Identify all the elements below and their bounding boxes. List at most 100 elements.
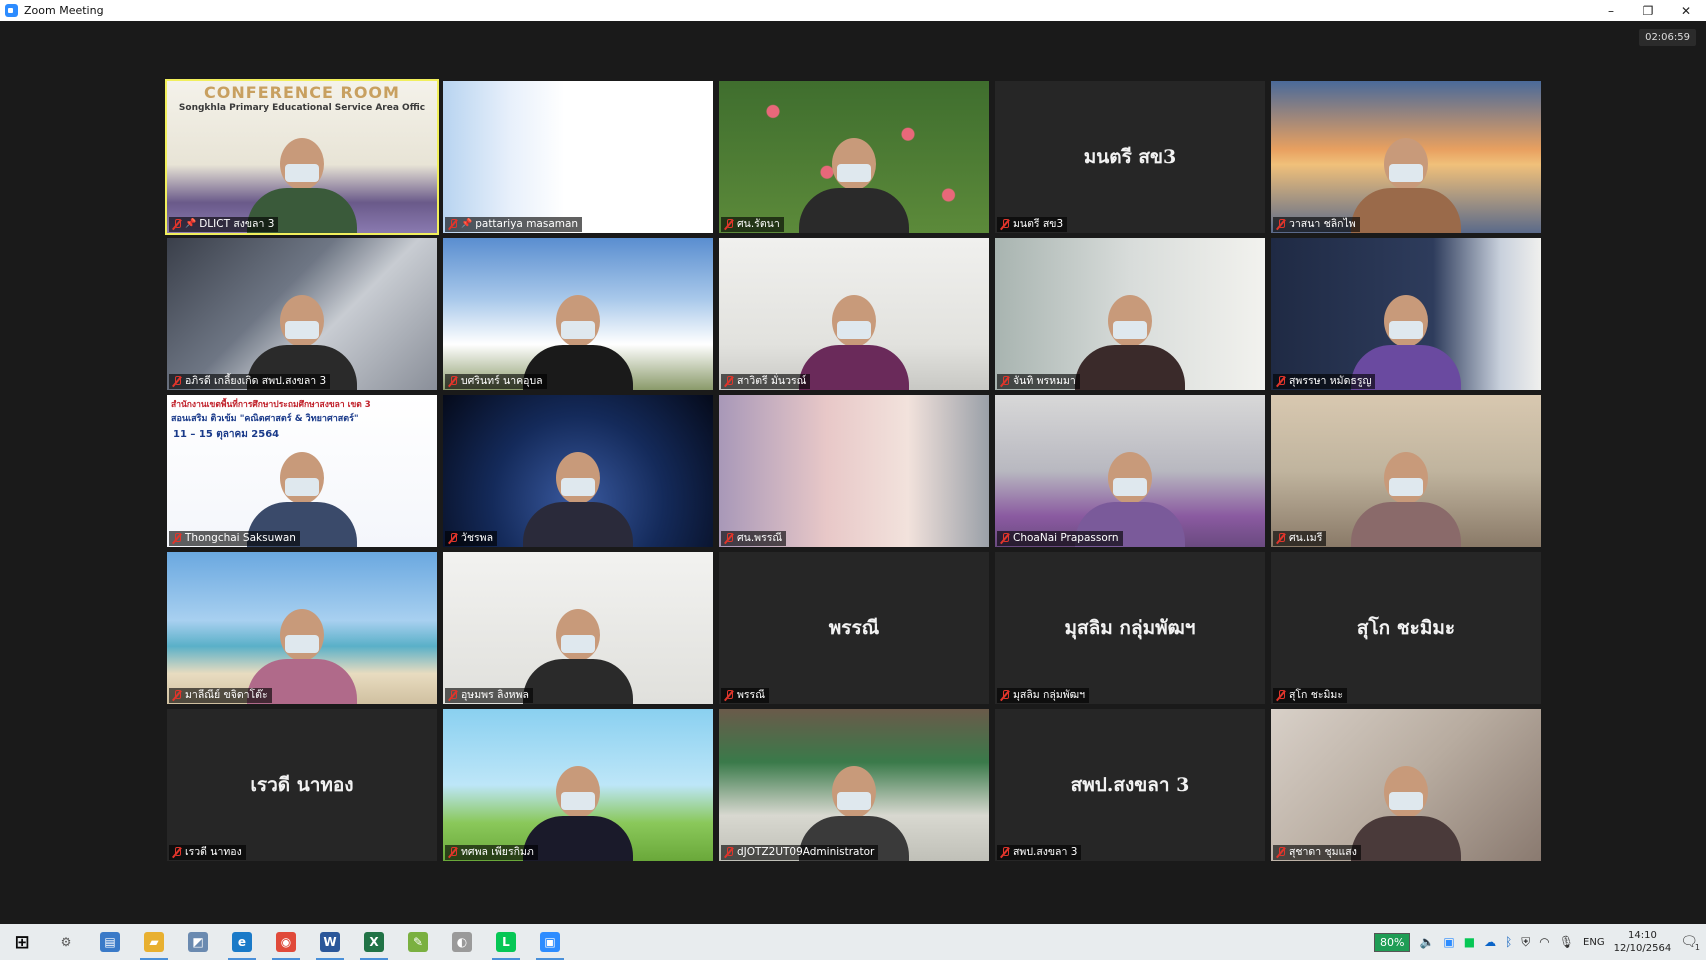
participant-tile[interactable]: มาลีณีย์ ขจิดาโต๊ะ: [167, 552, 437, 704]
participant-figure: [523, 766, 633, 861]
participant-tile[interactable]: มุสลิม กลุ่มพัฒฯ มุสลิม กลุ่มพัฒฯ: [995, 552, 1265, 704]
zoom-tray-icon[interactable]: ▣: [1443, 935, 1454, 949]
participant-tile[interactable]: สำนักงานเขตพื้นที่การศึกษาประถมศึกษาสงขล…: [167, 395, 437, 547]
onedrive-icon[interactable]: ☁: [1484, 935, 1496, 949]
participant-display-name: มุสลิม กลุ่มพัฒฯ: [1064, 617, 1196, 639]
mic-muted-icon: [724, 219, 734, 230]
participant-video: [443, 81, 713, 233]
language-indicator[interactable]: ENG: [1583, 937, 1605, 948]
system-tray: 80% 🔈 ▣ ■ ☁ ᛒ ⛨ ◠ 🎙 ENG 14:10 12/10/2564…: [1373, 924, 1706, 960]
settings-icon[interactable]: ⚙: [44, 924, 88, 960]
participant-nametag: dJOTZ2UT09Administrator: [721, 845, 879, 860]
file-explorer-icon-glyph: ▰: [144, 932, 164, 952]
participant-name: ทศพล เพียรกิมภ: [461, 846, 534, 858]
participant-tile[interactable]: อภิรดี เกลี้ยงเกิด สพป.สงขลา 3: [167, 238, 437, 390]
tile-overlay-title: CONFERENCE ROOM: [204, 83, 400, 102]
notification-center-icon[interactable]: 🗨 1: [1680, 934, 1700, 952]
participant-tile[interactable]: สพป.สงขลา 3 สพป.สงขลา 3: [995, 709, 1265, 861]
volume-icon[interactable]: 🔈: [1419, 935, 1434, 949]
media-icon[interactable]: ◐: [440, 924, 484, 960]
file-explorer-icon[interactable]: ▰: [132, 924, 176, 960]
task-view-icon[interactable]: ▤: [88, 924, 132, 960]
participant-tile[interactable]: เรวดี นาทอง เรวดี นาทอง: [167, 709, 437, 861]
app-icon[interactable]: ◩: [176, 924, 220, 960]
security-icon[interactable]: ⛨: [1521, 935, 1530, 950]
participant-nametag: บศรินทร์ นาคอุบล: [445, 374, 547, 389]
zoom-icon-glyph: ▣: [540, 932, 560, 952]
participant-tile[interactable]: วาสนา ชลิกไพ: [1271, 81, 1541, 233]
app-icon-glyph: ◩: [188, 932, 208, 952]
participant-name: pattariya masaman: [475, 218, 579, 230]
tile-overlay-subtitle: สอนเสริม ติวเข้ม "คณิตศาสตร์ & วิทยาศาสต…: [171, 414, 359, 424]
participant-tile[interactable]: ChoaNai Prapassorn: [995, 395, 1265, 547]
battery-indicator[interactable]: 80%: [1373, 932, 1411, 952]
wifi-icon[interactable]: ◠: [1539, 935, 1549, 949]
mic-muted-icon: [172, 533, 182, 544]
participant-tile[interactable]: มนตรี สข3 มนตรี สข3: [995, 81, 1265, 233]
participant-nametag: มุสลิม กลุ่มพัฒฯ: [997, 688, 1090, 703]
participant-name: ศน.เมรี: [1289, 532, 1323, 544]
participant-tile[interactable]: จันทิ พรหมมา: [995, 238, 1265, 390]
participant-name: เรวดี นาทอง: [185, 846, 242, 858]
line-icon[interactable]: L: [484, 924, 528, 960]
participant-tile[interactable]: CONFERENCE ROOM Songkhla Primary Educatio…: [165, 79, 439, 235]
chrome-icon-glyph: ◉: [276, 932, 296, 952]
participant-name: ศน.พรรณี: [737, 532, 783, 544]
participant-nametag: มาลีณีย์ ขจิดาโต๊ะ: [169, 688, 272, 703]
chrome-icon[interactable]: ◉: [264, 924, 308, 960]
participant-tile[interactable]: วัชรพล: [443, 395, 713, 547]
participant-nametag: สาวิตรี มั่นวรณ์: [721, 374, 811, 389]
mic-muted-icon: [1000, 690, 1010, 701]
participant-nametag: สพป.สงขลา 3: [997, 845, 1082, 860]
participant-nametag: Thongchai Saksuwan: [169, 531, 300, 546]
clock[interactable]: 14:10 12/10/2564: [1614, 929, 1672, 955]
bluetooth-icon[interactable]: ᛒ: [1505, 935, 1512, 949]
participant-name: สาวิตรี มั่นวรณ์: [737, 375, 807, 387]
mic-muted-icon: [1000, 533, 1010, 544]
participant-tile[interactable]: ศน.เมรี: [1271, 395, 1541, 547]
word-icon[interactable]: W: [308, 924, 352, 960]
minimize-button[interactable]: –: [1591, 0, 1631, 21]
participant-tile[interactable]: บศรินทร์ นาคอุบล: [443, 238, 713, 390]
participant-name: บศรินทร์ นาคอุบล: [461, 375, 543, 387]
microphone-icon[interactable]: 🎙: [1559, 935, 1574, 949]
participant-tile[interactable]: สุโก ชะมิมะ สุโก ชะมิมะ: [1271, 552, 1541, 704]
participant-name: มาลีณีย์ ขจิดาโต๊ะ: [185, 689, 268, 701]
participant-tile[interactable]: ศน.รัตนา: [719, 81, 989, 233]
participant-tile[interactable]: พรรณี พรรณี: [719, 552, 989, 704]
participant-tile[interactable]: สาวิตรี มั่นวรณ์: [719, 238, 989, 390]
participant-nametag: สุโก ชะมิมะ: [1273, 688, 1347, 703]
edge-icon[interactable]: e: [220, 924, 264, 960]
restore-button[interactable]: ❐: [1628, 0, 1668, 21]
excel-icon[interactable]: X: [352, 924, 396, 960]
mic-muted-icon: [172, 690, 182, 701]
participant-tile[interactable]: อุษมพร ลิงหพล: [443, 552, 713, 704]
mic-muted-icon: [172, 376, 182, 387]
notepad-icon-glyph: ✎: [408, 932, 428, 952]
mic-muted-icon: [448, 533, 458, 544]
participant-name: วัชรพล: [461, 532, 494, 544]
participant-tile[interactable]: ทศพล เพียรกิมภ: [443, 709, 713, 861]
mic-muted-icon: [724, 847, 734, 858]
close-button[interactable]: ✕: [1666, 0, 1706, 21]
participant-tile[interactable]: สุชาดา ชุมแสง: [1271, 709, 1541, 861]
participant-tile[interactable]: ศน.พรรณี: [719, 395, 989, 547]
participant-name: สุพรรษา หมัดธรูญ: [1289, 375, 1372, 387]
line-tray-icon[interactable]: ■: [1464, 935, 1475, 949]
participant-figure: [799, 295, 909, 390]
windows-start-icon-glyph: ⊞: [14, 931, 30, 953]
mic-muted-icon: [1276, 690, 1286, 701]
zoom-icon[interactable]: ▣: [528, 924, 572, 960]
notepad-icon[interactable]: ✎: [396, 924, 440, 960]
windows-start-icon[interactable]: ⊞: [0, 924, 44, 960]
participant-tile[interactable]: สุพรรษา หมัดธรูญ: [1271, 238, 1541, 390]
participant-nametag: ศน.เมรี: [1273, 531, 1327, 546]
participant-tile[interactable]: dJOTZ2UT09Administrator: [719, 709, 989, 861]
participant-display-name: พรรณี: [828, 617, 880, 639]
mic-muted-icon: [724, 690, 734, 701]
participant-name: จันทิ พรหมมา: [1013, 375, 1076, 387]
excel-icon-glyph: X: [364, 932, 384, 952]
tile-overlay-subtitle: Songkhla Primary Educational Service Are…: [178, 103, 426, 113]
participant-tile[interactable]: 📌 pattariya masaman: [443, 81, 713, 233]
participant-nametag: สุชาดา ชุมแสง: [1273, 845, 1361, 860]
